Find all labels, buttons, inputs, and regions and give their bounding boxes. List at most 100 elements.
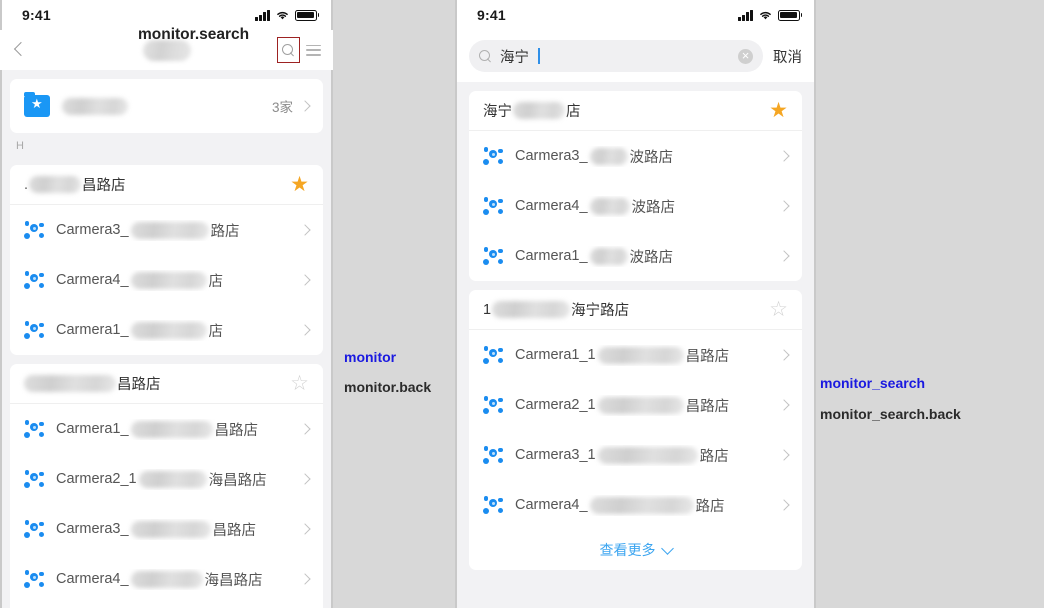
show-more-button[interactable]: 查看更多 [469, 530, 802, 570]
chevron-right-icon [299, 573, 311, 585]
clear-circle-icon[interactable] [738, 48, 753, 64]
store-group-card: 1 海宁路店 ☆ Carmera1_1 昌路店 Carmera2_1 昌路店 C… [469, 290, 802, 570]
camera-redacted [597, 446, 698, 464]
nav-actions [277, 37, 321, 63]
battery-icon [294, 9, 319, 21]
camera-row[interactable]: Carmera3_ 路店 [10, 205, 323, 255]
store-name-redacted [24, 375, 116, 392]
store-name-suffix: 店 [566, 104, 581, 120]
chevron-right-icon [299, 473, 311, 485]
store-name-suffix: 昌路店 [82, 178, 126, 194]
chevron-right-icon [299, 324, 311, 336]
search-bar: 海宁 取消 [455, 30, 816, 82]
annotation-monitor-back: monitor.back [344, 379, 432, 395]
camera-prefix: Carmera4_ [56, 272, 129, 288]
favorite-star-icon[interactable]: ☆ [769, 299, 788, 320]
annotation-monitor-node: monitor [344, 349, 397, 365]
camera-label: Carmera4_ 店 [56, 270, 223, 291]
camera-row[interactable]: Carmera2_1 海昌路店 [10, 454, 323, 504]
camera-row[interactable]: Carmera1_ 店 [10, 305, 323, 355]
search-icon [282, 43, 295, 57]
camera-label: Carmera3_ 波路店 [515, 146, 673, 167]
search-icon-button[interactable] [277, 37, 300, 63]
camera-prefix: Carmera1_1 [515, 347, 596, 363]
folder-row[interactable]: 3家 [10, 79, 323, 133]
camera-redacted [138, 470, 207, 488]
store-header[interactable]: 1 海宁路店 ☆ [469, 290, 802, 330]
status-bar: 9:41 [455, 0, 816, 30]
store-name: 昌路店 [24, 373, 161, 394]
show-more-label: 查看更多 [599, 542, 656, 558]
camera-node-icon [483, 147, 503, 165]
store-name-suffix: 海宁路店 [571, 303, 630, 319]
cancel-button[interactable]: 取消 [773, 46, 802, 67]
annotation-monitor-search-back: monitor_search.back [820, 406, 961, 422]
favorite-star-icon[interactable]: ☆ [290, 373, 309, 394]
camera-suffix: 店 [208, 273, 224, 290]
status-icons [738, 9, 802, 21]
camera-suffix: 海昌路店 [208, 472, 267, 489]
camera-row[interactable]: Carmera3_ 昌路店 [10, 504, 323, 554]
wifi-icon [276, 11, 288, 20]
search-input[interactable]: 海宁 [469, 40, 763, 72]
camera-label: Carmera4_ 波路店 [515, 196, 675, 217]
store-name-redacted [492, 301, 571, 318]
camera-row[interactable]: Carmera3_1 路店 [469, 430, 802, 480]
phone-left-edge [455, 0, 457, 608]
monitor-list-scroll[interactable]: 3家 H . 昌路店 ★ Carmera3_ 路店 Carmera4_ 店 Ca… [0, 70, 333, 608]
chevron-down-icon [660, 541, 674, 555]
camera-prefix: Carmera3_ [56, 521, 129, 537]
camera-row[interactable]: Carmera2_1 昌路店 [469, 380, 802, 430]
store-header[interactable]: 海宁 店 ★ [469, 91, 802, 131]
camera-row[interactable]: Carmera3_ 波路店 [469, 131, 802, 181]
camera-redacted [130, 221, 209, 239]
chevron-right-icon [778, 499, 790, 511]
camera-node-icon [24, 520, 44, 538]
favorite-star-icon[interactable]: ★ [290, 174, 309, 195]
camera-node-icon [483, 496, 503, 514]
store-name: . 昌路店 [24, 174, 126, 195]
camera-redacted [589, 247, 628, 265]
camera-label: Carmera3_ 路店 [56, 220, 240, 241]
camera-row[interactable]: Carmera4_ 海昌路店 [10, 554, 323, 604]
camera-prefix: Carmera1_ [56, 421, 129, 437]
camera-node-icon [24, 570, 44, 588]
folder-star-icon [24, 91, 50, 117]
folder-name-redacted [62, 97, 128, 115]
camera-node-icon [24, 321, 44, 339]
back-chevron-icon[interactable] [12, 37, 32, 63]
store-name: 海宁 店 [483, 100, 581, 121]
camera-label: Carmera1_ 波路店 [515, 246, 673, 267]
camera-row[interactable]: Carmera4_ 路店 [469, 480, 802, 530]
camera-row[interactable]: Carmera1_ 昌路店 [10, 404, 323, 454]
camera-row[interactable]: Carmera4_ 店 [10, 255, 323, 305]
store-name-redacted [29, 176, 82, 193]
camera-node-icon [483, 197, 503, 215]
store-header[interactable]: . 昌路店 ★ [10, 165, 323, 205]
camera-row[interactable]: Carmera1_ 波路店 [469, 231, 802, 281]
store-name: 1 海宁路店 [483, 299, 629, 320]
camera-row[interactable]: Carmera1_1 昌路店 [469, 330, 802, 380]
chevron-right-icon [299, 423, 311, 435]
search-results-scroll[interactable]: 海宁 店 ★ Carmera3_ 波路店 Carmera4_ 波路店 Carme… [455, 82, 816, 608]
show-more-button[interactable]: 查看更多 [10, 604, 323, 608]
camera-suffix: 波路店 [629, 149, 674, 166]
store-group-card: 昌路店 ☆ Carmera1_ 昌路店 Carmera2_1 海昌路店 Carm… [10, 364, 323, 608]
camera-prefix: Carmera4_ [56, 571, 129, 587]
camera-label: Carmera3_1 路店 [515, 445, 729, 466]
list-icon[interactable] [306, 44, 321, 56]
camera-suffix: 路店 [695, 498, 725, 515]
store-header[interactable]: 昌路店 ☆ [10, 364, 323, 404]
annotation-monitor-search-node: monitor_search [820, 375, 926, 391]
text-caret [538, 48, 540, 64]
phone-left-edge [0, 0, 2, 608]
camera-suffix: 波路店 [629, 249, 674, 266]
camera-node-icon [24, 420, 44, 438]
favorite-star-icon[interactable]: ★ [769, 100, 788, 121]
store-name-prefix: 海宁 [483, 104, 512, 120]
phone-right-edge [814, 0, 816, 608]
chevron-right-icon [778, 349, 790, 361]
status-time: 9:41 [22, 7, 51, 23]
chevron-right-icon [299, 100, 311, 112]
camera-row[interactable]: Carmera4_ 波路店 [469, 181, 802, 231]
